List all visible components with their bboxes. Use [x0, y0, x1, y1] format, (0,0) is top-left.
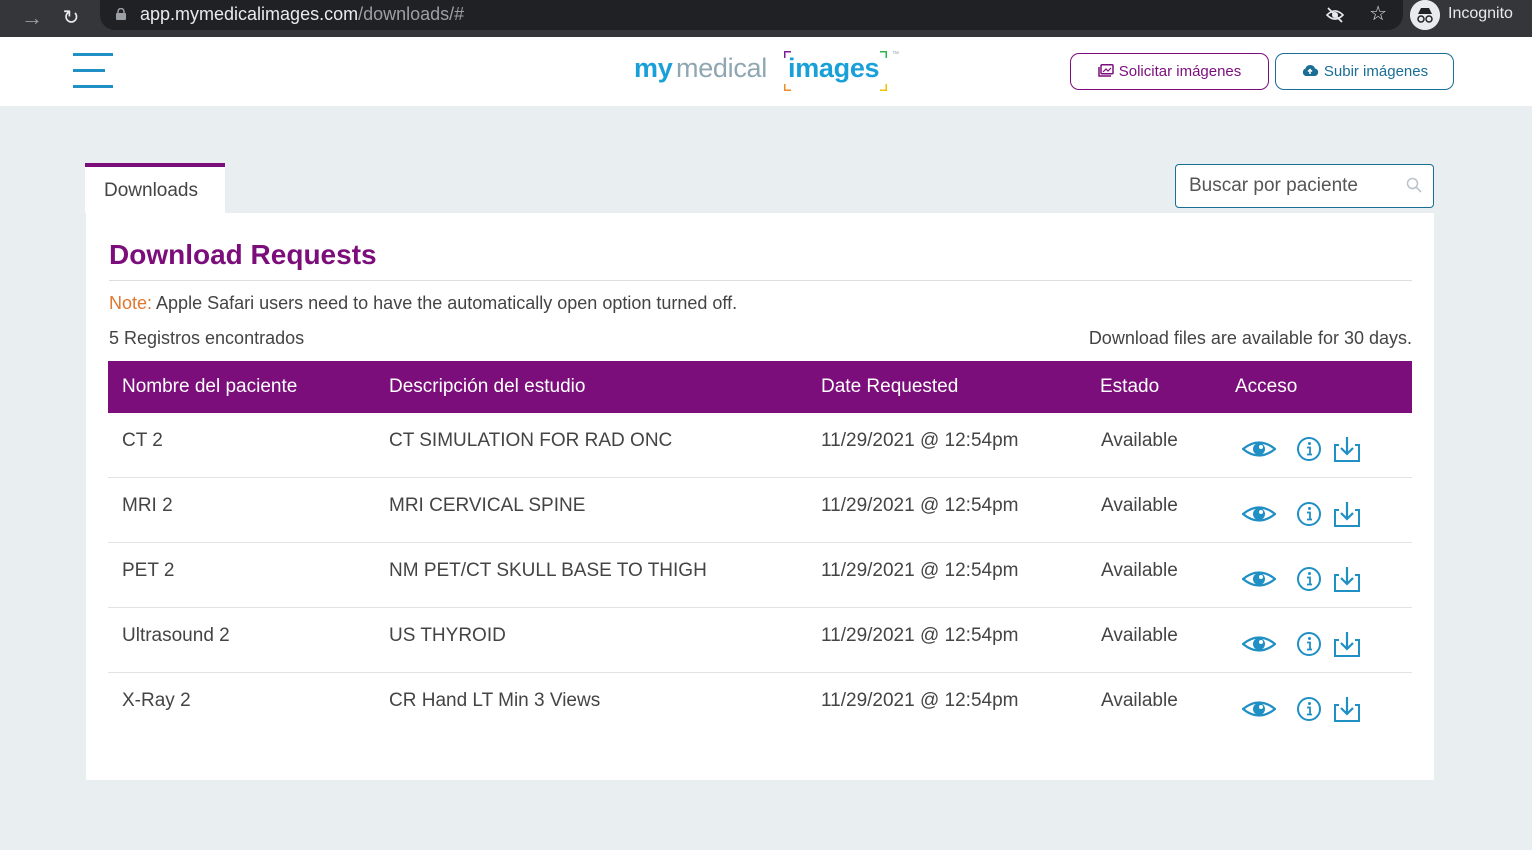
- eye-icon[interactable]: [1241, 435, 1277, 463]
- eye-icon[interactable]: [1241, 695, 1277, 723]
- table-row: X-Ray 2 CR Hand LT Min 3 Views 11/29/2021 …: [108, 673, 1412, 738]
- study-description: NM PET/CT SKULL BASE TO THIGH: [389, 560, 707, 581]
- upload-images-button[interactable]: Subir imágenes: [1275, 53, 1454, 90]
- star-icon[interactable]: ☆: [1369, 1, 1387, 26]
- status-text: Available: [1101, 690, 1178, 711]
- study-description: CT SIMULATION FOR RAD ONC: [389, 430, 673, 451]
- eye-icon[interactable]: [1241, 500, 1277, 528]
- app-header: my medical images ™ Solicitar imágenes S…: [0, 37, 1532, 106]
- download-icon[interactable]: [1330, 630, 1364, 658]
- patient-name: MRI 2: [122, 495, 173, 516]
- access-actions: [1241, 630, 1364, 658]
- info-icon[interactable]: [1292, 565, 1326, 593]
- safari-note: Note: Apple Safari users need to have th…: [109, 293, 738, 313]
- eye-icon[interactable]: [1241, 630, 1277, 658]
- status-text: Available: [1101, 430, 1178, 451]
- logo-corner-icon: [880, 51, 887, 58]
- page-title: Download Requests: [109, 239, 377, 270]
- reload-icon[interactable]: ↻: [57, 4, 85, 32]
- column-header-study[interactable]: Descripción del estudio: [389, 376, 585, 398]
- column-header-access: Acceso: [1235, 376, 1298, 397]
- info-icon[interactable]: [1292, 500, 1326, 528]
- date-requested: 11/29/2021 @ 12:54pm: [821, 560, 1019, 581]
- download-icon[interactable]: [1330, 565, 1364, 593]
- incognito-label: Incognito: [1448, 5, 1513, 22]
- column-header-status[interactable]: Estado: [1100, 376, 1159, 398]
- forward-arrow-icon[interactable]: →: [18, 4, 46, 32]
- records-count: 5 Registros encontrados: [109, 328, 305, 348]
- download-icon[interactable]: [1330, 500, 1364, 528]
- table-row: CT 2 CT SIMULATION FOR RAD ONC 11/29/2021 …: [108, 413, 1412, 478]
- study-description: US THYROID: [389, 625, 506, 646]
- title-divider: [109, 280, 1412, 281]
- status-text: Available: [1101, 495, 1178, 516]
- date-requested: 11/29/2021 @ 12:54pm: [821, 625, 1019, 646]
- images-icon: [1097, 64, 1114, 77]
- date-requested: 11/29/2021 @ 12:54pm: [821, 430, 1019, 451]
- date-requested: 11/29/2021 @ 12:54pm: [821, 495, 1019, 516]
- study-description: CR Hand LT Min 3 Views: [389, 690, 601, 711]
- downloads-panel: Download Requests Note: Apple Safari use…: [86, 213, 1434, 780]
- availability-note: Download files are available for 30 days…: [1088, 328, 1412, 348]
- incognito-profile[interactable]: Incognito: [1410, 0, 1516, 30]
- address-bar[interactable]: app.mymedicalimages.com/downloads/# ☆: [100, 0, 1403, 30]
- logo-corner-icon: [784, 51, 791, 58]
- patient-name: X-Ray 2: [122, 690, 191, 711]
- study-description: MRI CERVICAL SPINE: [389, 495, 586, 516]
- table-row: MRI 2 MRI CERVICAL SPINE 11/29/2021 @ 12:5…: [108, 478, 1412, 543]
- hamburger-menu-icon[interactable]: [73, 53, 113, 89]
- eye-off-icon[interactable]: [1325, 5, 1345, 25]
- access-actions: [1241, 435, 1364, 463]
- status-text: Available: [1101, 625, 1178, 646]
- incognito-icon: [1410, 0, 1440, 30]
- patient-name: PET 2: [122, 560, 175, 581]
- access-actions: [1241, 565, 1364, 593]
- browser-toolbar: → ↻ app.mymedicalimages.com/downloads/# …: [0, 0, 1532, 37]
- logo-corner-icon: [784, 84, 791, 91]
- patient-name: Ultrasound 2: [122, 625, 230, 646]
- table-row: Ultrasound 2 US THYROID 11/29/2021 @ 12:54…: [108, 608, 1412, 673]
- patient-name: CT 2: [122, 430, 163, 451]
- patient-search: [1175, 164, 1434, 208]
- download-icon[interactable]: [1330, 695, 1364, 723]
- date-requested: 11/29/2021 @ 12:54pm: [821, 690, 1019, 711]
- table-row: PET 2 NM PET/CT SKULL BASE TO THIGH 11/29/…: [108, 543, 1412, 608]
- access-actions: [1241, 695, 1364, 723]
- request-images-button[interactable]: Solicitar imágenes: [1070, 53, 1269, 90]
- column-header-patient[interactable]: Nombre del paciente: [122, 376, 297, 398]
- info-icon[interactable]: [1292, 695, 1326, 723]
- access-actions: [1241, 500, 1364, 528]
- status-text: Available: [1101, 560, 1178, 581]
- column-header-date[interactable]: Date Requested: [821, 376, 958, 398]
- search-icon[interactable]: [1406, 177, 1422, 193]
- eye-icon[interactable]: [1241, 565, 1277, 593]
- info-icon[interactable]: [1292, 630, 1326, 658]
- download-icon[interactable]: [1330, 435, 1364, 463]
- logo[interactable]: my medical images ™: [634, 49, 900, 93]
- cloud-upload-icon: [1302, 65, 1319, 77]
- table-header: Nombre del paciente Descripción del estu…: [108, 361, 1412, 413]
- info-icon[interactable]: [1292, 435, 1326, 463]
- lock-icon: [116, 8, 126, 20]
- logo-corner-icon: [880, 84, 887, 91]
- tab-downloads[interactable]: Downloads: [85, 163, 225, 213]
- url-text: app.mymedicalimages.com/downloads/#: [140, 4, 465, 24]
- search-input[interactable]: [1189, 173, 1404, 199]
